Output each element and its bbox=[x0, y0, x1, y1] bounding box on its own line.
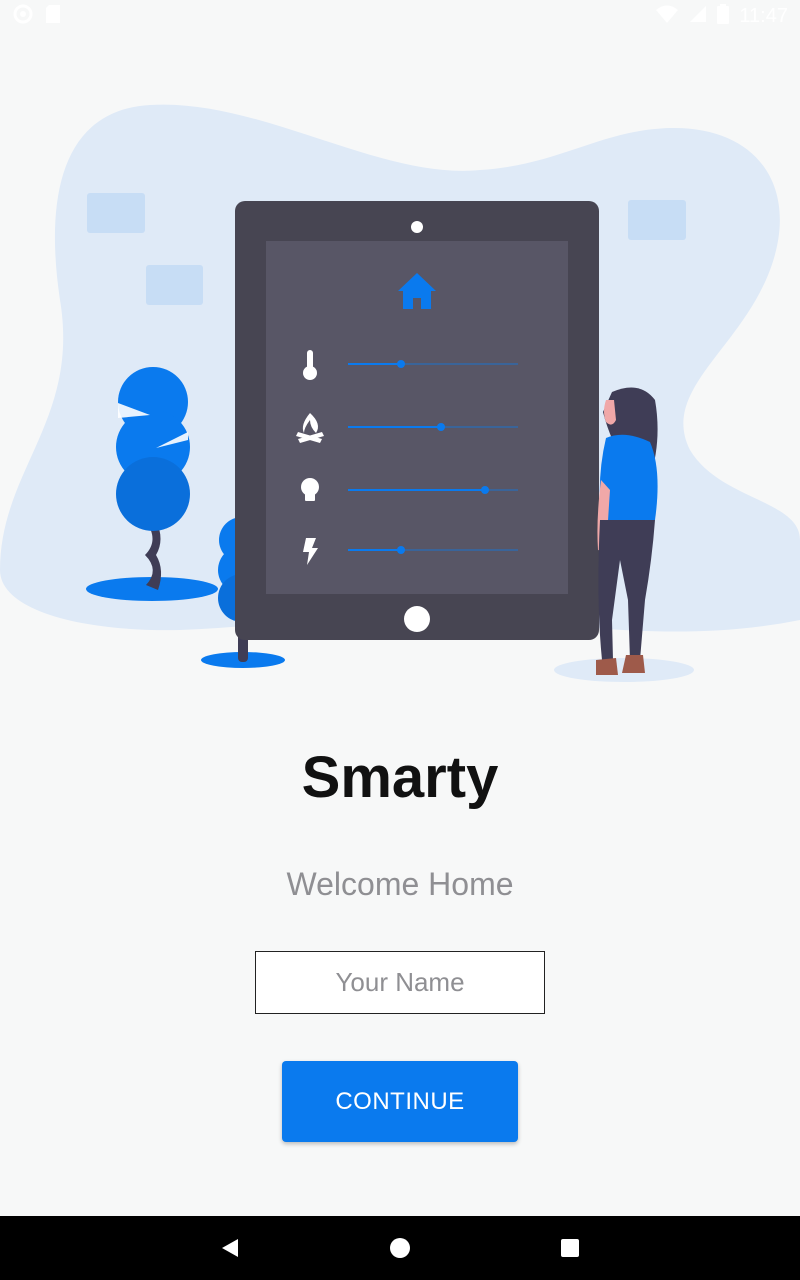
back-icon bbox=[222, 1239, 238, 1257]
app-screen: 11:47 Smarty Welcome Home Your Name CONT… bbox=[0, 0, 800, 1280]
tablet-home-button bbox=[404, 606, 430, 632]
lightbulb-slider-thumb bbox=[481, 486, 489, 494]
welcome-subtitle: Welcome Home bbox=[286, 866, 514, 902]
home-button[interactable] bbox=[380, 1228, 420, 1268]
back-button[interactable] bbox=[210, 1228, 250, 1268]
tablet-camera bbox=[411, 221, 423, 233]
sd-card-icon bbox=[44, 4, 62, 29]
status-right: 11:47 bbox=[643, 3, 800, 29]
status-left bbox=[0, 3, 74, 30]
name-input[interactable] bbox=[255, 951, 545, 1014]
tree-foliage bbox=[116, 457, 190, 531]
battery-icon bbox=[717, 3, 730, 29]
tile bbox=[628, 200, 686, 240]
navigation-bar bbox=[0, 1216, 800, 1280]
wifi-icon bbox=[655, 4, 679, 29]
fire-slider-thumb bbox=[437, 423, 445, 431]
signal-icon bbox=[689, 5, 707, 28]
circle-icon bbox=[12, 3, 34, 30]
thermometer-slider-thumb bbox=[397, 360, 405, 368]
recents-icon bbox=[561, 1239, 579, 1257]
lightning-slider-thumb bbox=[397, 546, 405, 554]
tile bbox=[146, 265, 203, 305]
app-title: Smarty bbox=[301, 745, 499, 810]
recents-button[interactable] bbox=[550, 1228, 590, 1268]
continue-button[interactable]: CONTINUE bbox=[282, 1061, 518, 1142]
status-bar: 11:47 bbox=[0, 0, 800, 32]
home-nav-icon bbox=[390, 1238, 410, 1258]
status-time: 11:47 bbox=[739, 4, 788, 27]
tile bbox=[87, 193, 145, 233]
smart-home-illustration bbox=[0, 104, 800, 682]
